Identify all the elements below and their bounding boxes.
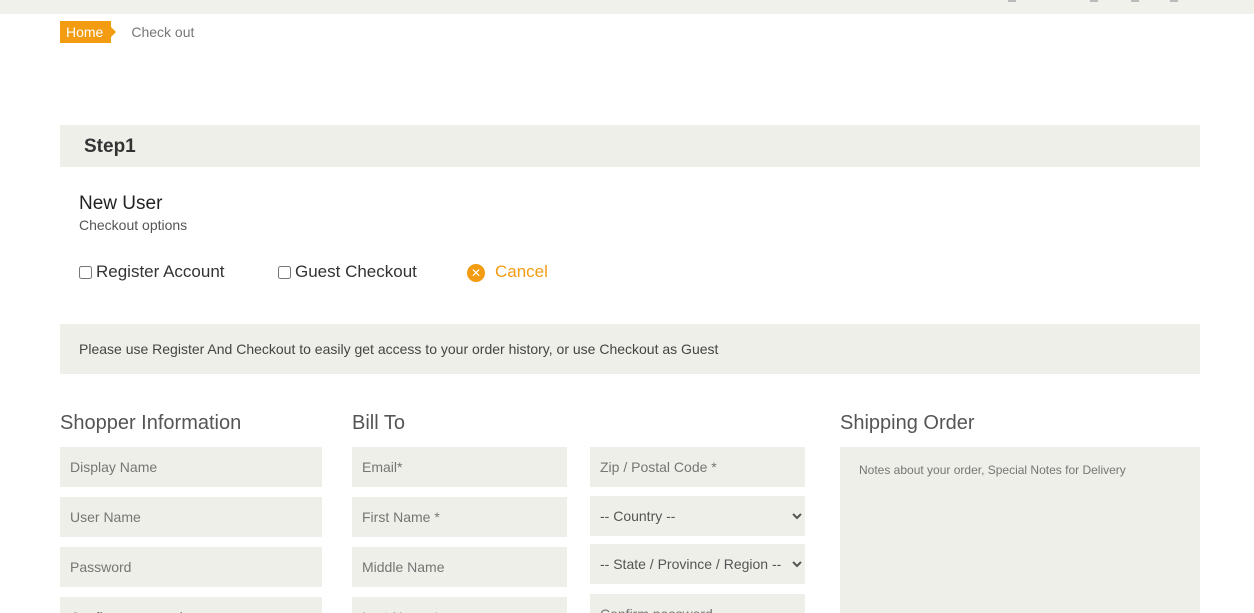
bill-confirm-password-input[interactable] <box>590 594 805 613</box>
bill-to-title: Bill To <box>352 412 405 434</box>
close-circle-icon: ✕ <box>467 264 485 282</box>
confirm-password-input[interactable] <box>60 597 322 613</box>
header-icon[interactable] <box>1170 0 1178 2</box>
register-account-checkbox[interactable] <box>79 265 92 279</box>
breadcrumb-current: Check out <box>131 24 195 40</box>
first-name-input[interactable] <box>352 497 567 537</box>
top-header-bar <box>0 0 1254 14</box>
header-icon[interactable] <box>1008 0 1016 2</box>
email-input[interactable] <box>352 447 567 487</box>
shipping-order-title: Shipping Order <box>840 412 975 434</box>
password-input[interactable] <box>60 547 322 587</box>
guest-checkout-option[interactable]: Guest Checkout <box>278 262 417 282</box>
country-select[interactable]: -- Country -- <box>590 496 805 536</box>
step-header: Step1 <box>60 125 1200 167</box>
header-icon[interactable] <box>1090 0 1098 2</box>
guest-checkout-label: Guest Checkout <box>295 262 417 281</box>
register-account-option[interactable]: Register Account <box>79 262 225 282</box>
checkout-notice: Please use Register And Checkout to easi… <box>60 324 1200 374</box>
breadcrumb-home-link[interactable]: Home <box>60 21 117 43</box>
cancel-label: Cancel <box>495 262 548 281</box>
display-name-input[interactable] <box>60 447 322 487</box>
breadcrumb: Home Check out <box>60 21 194 43</box>
state-select[interactable]: -- State / Province / Region -- <box>590 544 805 584</box>
new-user-heading: New User <box>79 193 163 214</box>
register-account-label: Register Account <box>96 262 225 281</box>
user-name-input[interactable] <box>60 497 322 537</box>
cancel-button[interactable]: ✕ Cancel <box>467 262 548 282</box>
guest-checkout-checkbox[interactable] <box>278 265 291 279</box>
step-title: Step1 <box>84 136 136 157</box>
header-icon[interactable] <box>1131 0 1139 2</box>
zip-code-input[interactable] <box>590 447 805 487</box>
checkout-options-label: Checkout options <box>79 217 188 233</box>
notice-text: Please use Register And Checkout to easi… <box>79 341 719 357</box>
shopper-information-title: Shopper Information <box>60 412 242 434</box>
middle-name-input[interactable] <box>352 547 567 587</box>
last-name-input[interactable] <box>352 597 567 613</box>
order-notes-textarea[interactable] <box>840 447 1200 613</box>
